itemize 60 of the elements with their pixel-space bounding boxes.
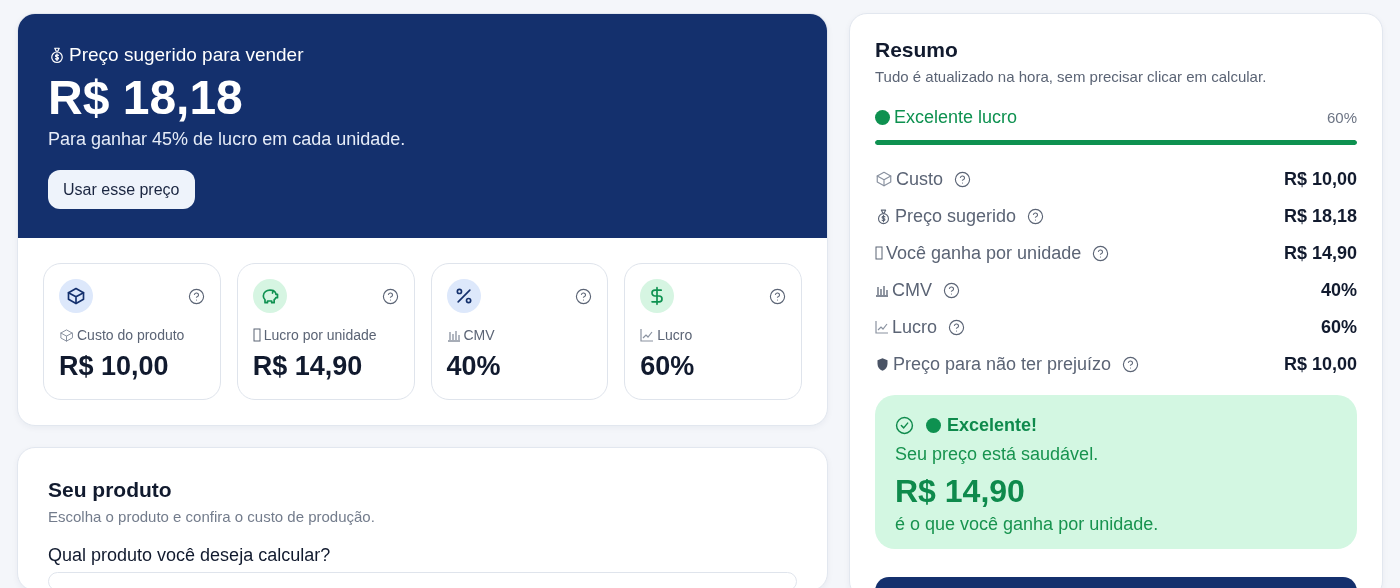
summary-title: Resumo	[875, 38, 959, 62]
package-icon	[66, 286, 86, 306]
banner-label: Preço sugerido para vender	[69, 44, 304, 66]
help-icon[interactable]	[381, 287, 399, 305]
help-icon[interactable]	[948, 318, 966, 336]
summary-value: 60%	[1320, 316, 1357, 338]
help-icon[interactable]	[575, 287, 593, 305]
summary-label: Lucro	[892, 316, 938, 338]
summary-value: R$ 10,00	[1283, 168, 1357, 190]
summary-label: CMV	[892, 279, 932, 301]
stat-label: Lucro	[657, 327, 693, 343]
alert-message: Seu preço está saudável.	[895, 443, 1100, 465]
status-percent: 60%	[1326, 109, 1357, 126]
package-icon	[59, 327, 74, 343]
field-label: Qual produto você deseja calcular?	[48, 545, 332, 566]
suggested-price: R$ 18,18	[48, 70, 243, 125]
alert-title: Excelente!	[947, 414, 1038, 436]
status-dot	[875, 110, 890, 125]
help-icon[interactable]	[1092, 244, 1110, 262]
banner-subtitle: Para ganhar 45% de lucro em cada unidade.	[48, 129, 406, 150]
help-icon[interactable]	[954, 170, 972, 188]
missing-glyph-icon	[875, 246, 883, 261]
summary-value: R$ 14,90	[1283, 242, 1357, 264]
summary-label: Custo	[896, 168, 944, 190]
summary-label: Você ganha por unidade	[886, 242, 1082, 264]
money-bag-icon	[48, 46, 66, 64]
summary-value: R$ 18,18	[1283, 205, 1357, 227]
stat-value: R$ 14,90	[252, 351, 364, 382]
use-price-button[interactable]: Usar esse preço	[48, 170, 195, 209]
stat-value: 40%	[446, 351, 502, 382]
line-chart-icon	[640, 328, 655, 342]
help-icon[interactable]	[943, 281, 960, 299]
stat-value: 60%	[640, 351, 696, 382]
package-icon	[875, 170, 893, 189]
bar-chart-icon	[875, 283, 889, 298]
summary-value: 40%	[1320, 279, 1357, 301]
shield-icon	[875, 356, 890, 372]
summary-label: Preço para não ter prejuízo	[893, 353, 1112, 375]
status-label: Excelente lucro	[894, 107, 1018, 128]
section-title: Seu produto	[48, 478, 173, 502]
help-icon[interactable]	[1122, 355, 1140, 373]
check-circle-icon	[895, 415, 914, 435]
help-icon[interactable]	[187, 287, 205, 305]
stat-label: CMV	[463, 327, 495, 343]
money-bag-icon	[875, 207, 892, 225]
help-icon[interactable]	[769, 287, 786, 305]
stat-value: R$ 10,00	[59, 351, 170, 382]
missing-glyph-icon	[252, 328, 261, 342]
summary-value: R$ 10,00	[1283, 353, 1357, 375]
help-icon[interactable]	[1027, 207, 1045, 225]
alert-value: R$ 14,90	[895, 472, 1026, 510]
summary-subtitle: Tudo é atualizado na hora, sem precisar clicar em calcular.	[875, 68, 1268, 85]
stat-label: Lucro por unidade	[263, 327, 377, 343]
bar-chart-icon	[446, 328, 461, 342]
alert-caption: é o que você ganha por unidade.	[895, 513, 1160, 535]
stat-label: Custo do produto	[77, 327, 185, 343]
status-dot	[926, 417, 941, 433]
section-subtitle: Escolha o produto e confira o custo de produção.	[48, 508, 376, 525]
summary-label: Preço sugerido	[895, 205, 1017, 227]
line-chart-icon	[875, 320, 889, 335]
